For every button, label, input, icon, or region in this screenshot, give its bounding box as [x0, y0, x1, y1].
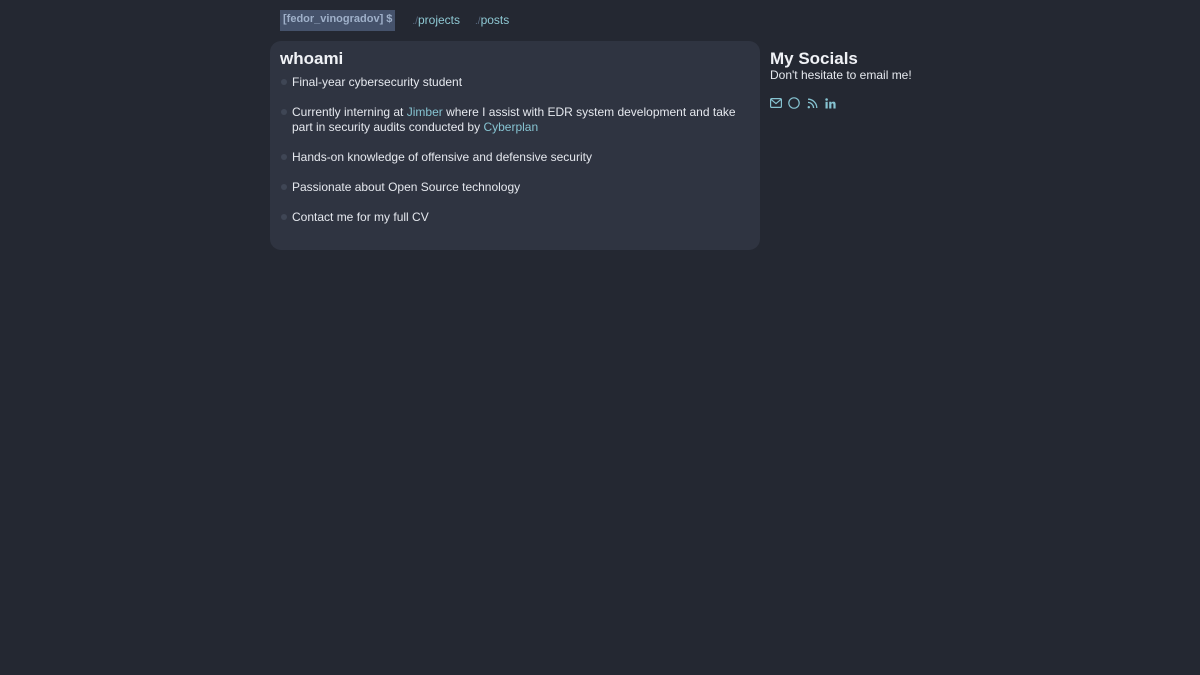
jimber-link[interactable]: Jimber	[407, 105, 443, 119]
list-item-text-pre: Currently interning at	[292, 105, 407, 119]
site-brand[interactable]: [fedor_vinogradov] $	[280, 10, 396, 31]
bullet-icon	[281, 214, 287, 220]
bullet-icon	[281, 79, 287, 85]
nav-link-label: posts	[480, 12, 510, 27]
mail-icon[interactable]	[770, 97, 782, 109]
about-list: Final-year cybersecurity student Current…	[280, 75, 750, 225]
bullet-icon	[281, 154, 287, 160]
github-icon[interactable]	[788, 97, 800, 109]
list-item: Final-year cybersecurity student	[280, 75, 750, 90]
nav-link-label: projects	[417, 12, 460, 27]
bullet-icon	[281, 184, 287, 190]
nav-link-projects[interactable]: ./projects	[412, 10, 460, 32]
about-title: whoami	[280, 49, 344, 68]
linkedin-icon[interactable]	[824, 97, 836, 109]
social-icons	[770, 97, 990, 109]
cyberplan-link[interactable]: Cyberplan	[483, 120, 538, 134]
socials-title: My Socials	[770, 49, 858, 68]
list-item-text: Final-year cybersecurity student	[292, 75, 463, 89]
socials-subtitle: Don't hesitate to email me!	[770, 68, 912, 82]
about-card: whoami Final-year cybersecurity student …	[270, 41, 760, 250]
list-item-text: Contact me for my full CV	[292, 210, 429, 224]
list-item-text: Passionate about Open Source technology	[292, 180, 521, 194]
list-item-text: Hands-on knowledge of offensive and defe…	[292, 150, 592, 164]
socials-panel: My Socials Don't hesitate to email me!	[770, 49, 990, 109]
list-item: Currently interning at Jimber where I as…	[280, 105, 750, 135]
list-item: Passionate about Open Source technology	[280, 180, 750, 195]
list-item: Contact me for my full CV	[280, 210, 750, 225]
list-item: Hands-on knowledge of offensive and defe…	[280, 150, 750, 165]
bullet-icon	[281, 109, 287, 115]
rss-icon[interactable]	[806, 97, 818, 109]
nav-link-posts[interactable]: ./posts	[475, 10, 509, 32]
top-nav: [fedor_vinogradov] $ ./projects ./posts	[280, 10, 509, 31]
